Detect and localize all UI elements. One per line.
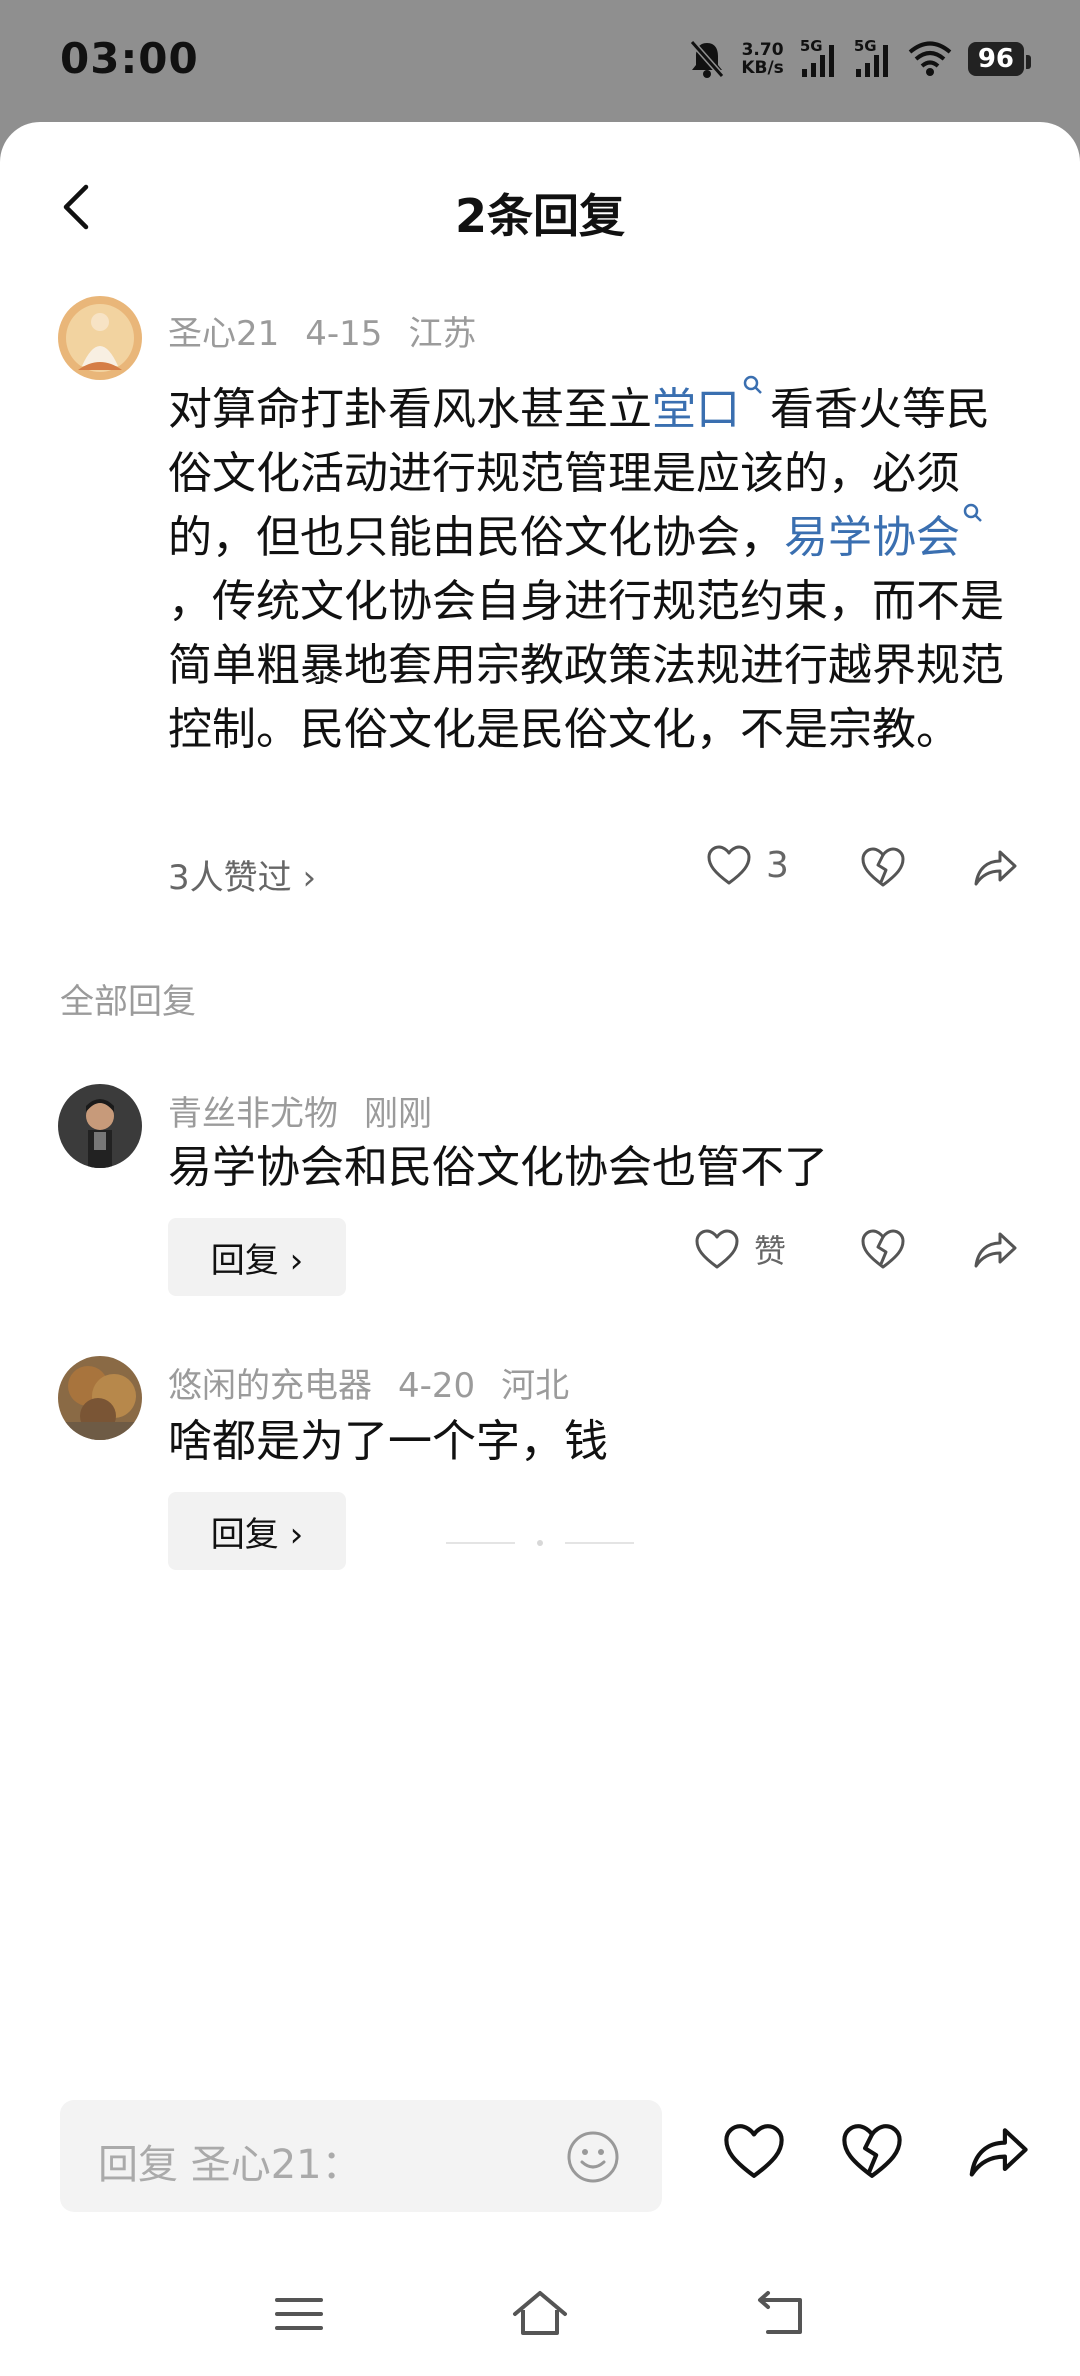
network-speed-unit: KB/s <box>741 58 784 78</box>
battery-indicator: 96 <box>967 42 1032 76</box>
comment-location: 江苏 <box>408 314 477 354</box>
like-count: 3 <box>766 844 789 886</box>
author-name[interactable]: 青丝非尤物 <box>168 1094 338 1134</box>
likers-link[interactable]: 3人赞过 › <box>168 850 316 899</box>
reply-text: 啥都是为了一个字，钱 <box>168 1416 608 1467</box>
share-arrow-icon[interactable] <box>972 846 1018 888</box>
page-title: 2条回复 <box>454 189 625 243</box>
divider-dot <box>537 1540 543 1546</box>
status-time: 03:00 <box>60 34 199 83</box>
signal-1: 5G <box>800 37 838 79</box>
network-speed-value: 3.70 <box>741 40 784 60</box>
reply-button[interactable]: 回复 › <box>168 1492 346 1570</box>
signal-bars-icon <box>855 45 888 77</box>
search-icon <box>963 503 982 522</box>
reply-text: 易学协会和民俗文化协会也管不了 <box>168 1142 828 1193</box>
status-icons: 3.70 KB/s 5G 5G 96 <box>689 34 1032 84</box>
keyword-link[interactable]: 易学协会 <box>784 503 990 563</box>
author-name[interactable]: 悠闲的充电器 <box>168 1366 372 1406</box>
avatar-image <box>58 1356 142 1440</box>
heart-outline-icon <box>695 1229 739 1269</box>
author-name[interactable]: 圣心21 <box>168 314 279 354</box>
reply-date: 4-20 <box>398 1366 476 1406</box>
comment-meta: 圣心21 4-15 江苏 <box>168 306 502 355</box>
avatar[interactable] <box>58 296 142 380</box>
replies-sheet: 2条回复 圣心21 4-15 江苏 对算命打卦看风水甚至立堂口 看香火等民俗文化活动进… <box>0 122 1080 2376</box>
broken-heart-icon[interactable] <box>860 846 906 888</box>
menu-lines-icon[interactable] <box>274 2294 324 2334</box>
sheet-header: 2条回复 <box>0 122 1080 292</box>
signal-2: 5G <box>854 37 892 79</box>
reply-location: 河北 <box>501 1366 570 1406</box>
reply-input[interactable]: 回复 圣心21： <box>60 2100 662 2212</box>
divider-line <box>446 1542 516 1544</box>
reply-input-placeholder: 回复 圣心21： <box>98 2142 362 2188</box>
avatar-image <box>58 1084 142 1168</box>
share-arrow-icon[interactable] <box>966 2122 1030 2180</box>
home-icon[interactable] <box>510 2288 570 2338</box>
signal-bars-icon <box>801 45 834 77</box>
share-arrow-icon[interactable] <box>972 1228 1018 1270</box>
comment-text-part: ，传统文化协会自身进行规范约束，而不是简单粗暴地套用宗教政策法规进行越界规范控制… <box>168 576 1004 755</box>
end-of-list-divider <box>446 1540 635 1546</box>
section-title: 全部回复 <box>60 982 196 1022</box>
divider-line <box>564 1542 635 1544</box>
network-speed: 3.70 KB/s <box>741 41 783 77</box>
like-button[interactable]: 3 <box>706 844 789 886</box>
wifi-icon <box>908 41 952 76</box>
status-bar: 03:00 3.70 KB/s 5G 5G 96 <box>0 0 1080 120</box>
avatar-image <box>58 296 142 380</box>
reply-time: 刚刚 <box>364 1094 432 1134</box>
like-button[interactable]: 赞 <box>694 1226 786 1272</box>
avatar[interactable] <box>58 1356 142 1440</box>
like-label: 赞 <box>754 1232 787 1270</box>
reply-meta: 悠闲的充电器 4-20 河北 <box>168 1358 595 1407</box>
reply-meta: 青丝非尤物 刚刚 <box>168 1086 458 1135</box>
comment-text: 对算命打卦看风水甚至立堂口 看香火等民俗文化活动进行规范管理是应该的，必须的，但也… <box>168 375 1028 762</box>
system-nav-bar <box>0 2252 1080 2376</box>
reply-button[interactable]: 回复 › <box>168 1218 346 1296</box>
broken-heart-icon[interactable] <box>840 2122 904 2180</box>
comment-date: 4-15 <box>305 314 383 354</box>
broken-heart-icon[interactable] <box>860 1228 906 1270</box>
avatar[interactable] <box>58 1084 142 1168</box>
comment-text-part: 对算命打卦看风水甚至立 <box>168 384 652 435</box>
search-icon <box>743 375 762 394</box>
heart-outline-icon <box>707 845 751 885</box>
bell-muted-icon <box>690 40 725 78</box>
keyword-link[interactable]: 堂口 <box>652 375 770 435</box>
keyword-link-label: 易学协会 <box>784 512 960 563</box>
smiley-icon[interactable] <box>566 2130 620 2184</box>
keyword-link-label: 堂口 <box>652 384 740 435</box>
return-icon[interactable] <box>754 2290 806 2338</box>
heart-outline-icon[interactable] <box>722 2122 786 2180</box>
